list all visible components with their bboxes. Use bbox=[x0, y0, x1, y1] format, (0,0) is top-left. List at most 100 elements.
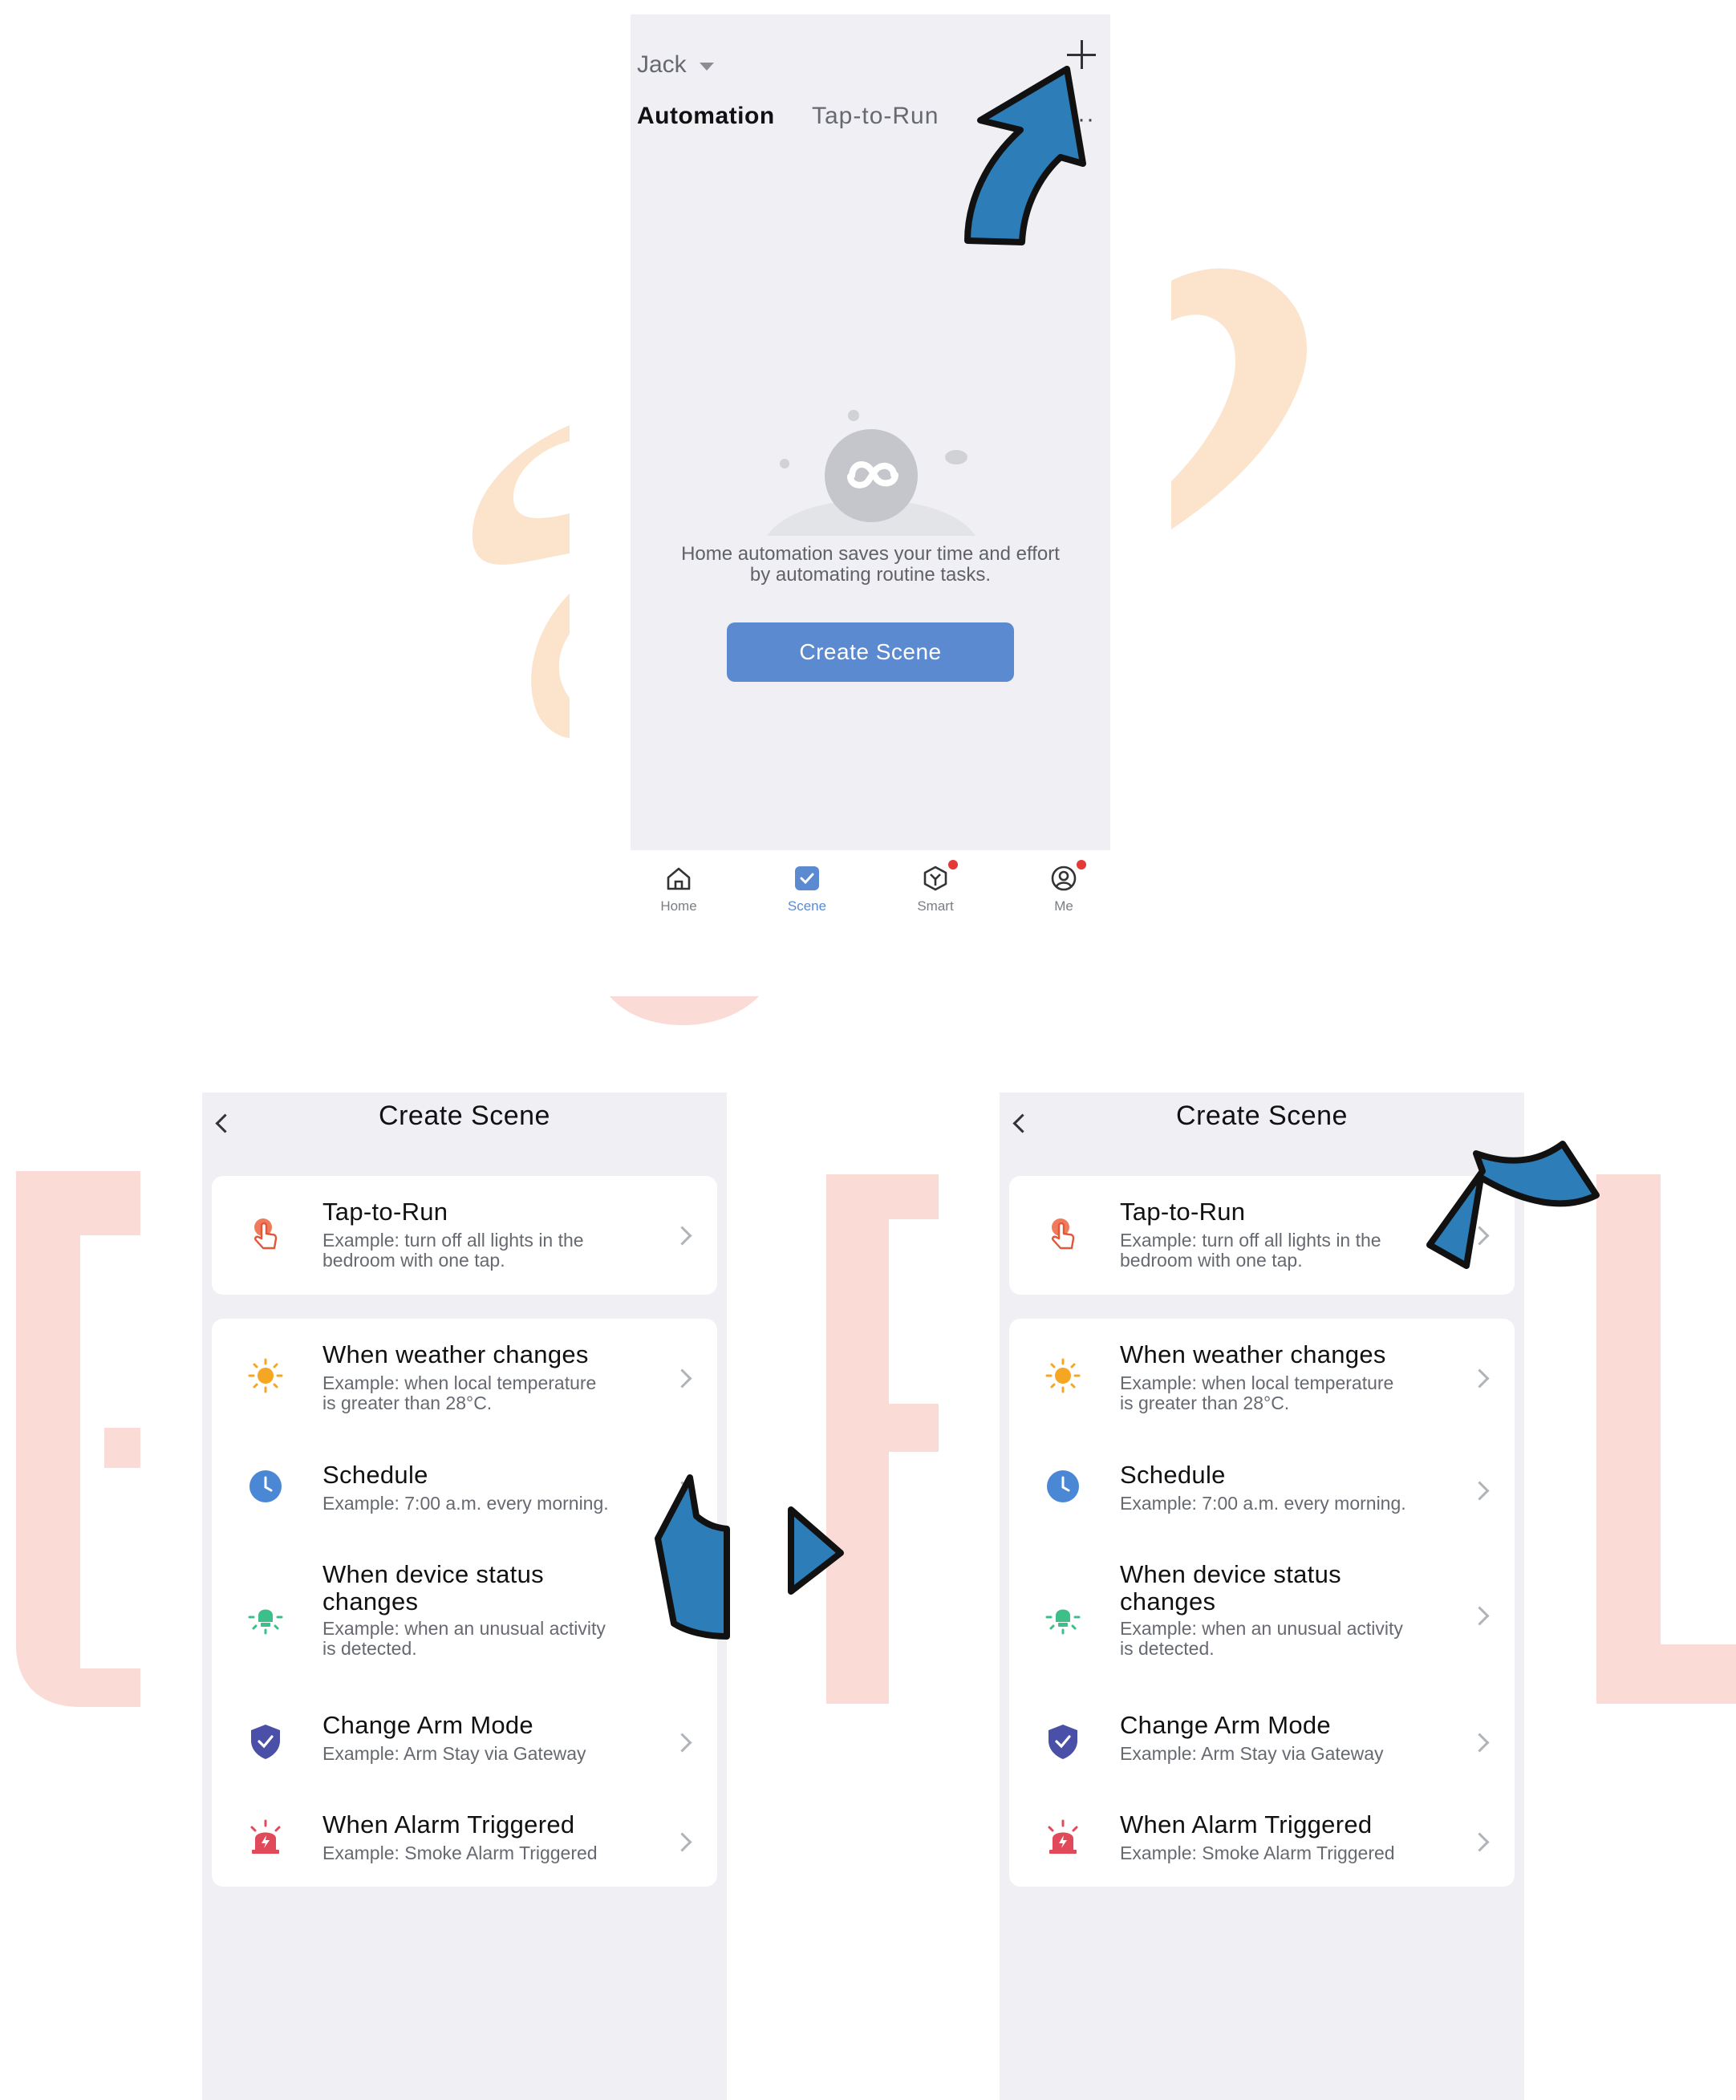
chevron-right-icon bbox=[1470, 1226, 1490, 1246]
bottom-nav-wrapper: Home Scene Smart Me bbox=[631, 0, 1110, 930]
row-subtitle: Example: turn off all lights in the bedr… bbox=[322, 1230, 659, 1271]
row-subtitle-line-2: is greater than 28°C. bbox=[1120, 1393, 1290, 1413]
alarm-icon bbox=[250, 1819, 281, 1854]
nav-me[interactable]: Me bbox=[1016, 850, 1112, 922]
chevron-right-icon bbox=[672, 1226, 692, 1246]
row-subtitle: Example: 7:00 a.m. every morning. bbox=[1120, 1494, 1457, 1514]
conditions-card: When weather changes Example: when local… bbox=[212, 1319, 717, 1887]
row-subtitle-line-2: is greater than 28°C. bbox=[322, 1393, 493, 1413]
page-title: Create Scene bbox=[1176, 1101, 1348, 1131]
create-scene-screen-right: Create Scene Tap-to-Run Example: turn of… bbox=[1000, 1093, 1524, 2100]
bottom-nav: Home Scene Smart Me bbox=[631, 850, 1110, 922]
row-subtitle-line-1: Example: when an unusual activity bbox=[322, 1618, 606, 1639]
alarm-icon bbox=[1048, 1819, 1078, 1854]
row-title-line-2: changes bbox=[1120, 1587, 1216, 1616]
list-item[interactable]: Tap-to-Run Example: turn off all lights … bbox=[212, 1176, 717, 1295]
nav-scene[interactable]: Scene bbox=[759, 850, 855, 922]
page-title: Create Scene bbox=[379, 1101, 550, 1131]
list-item-alarm[interactable]: When Alarm Triggered Example: Smoke Alar… bbox=[1009, 1790, 1515, 1887]
row-subtitle-line-1: Example: turn off all lights in the bbox=[1120, 1230, 1381, 1251]
row-title: When device status changes bbox=[322, 1561, 659, 1616]
row-title: When weather changes bbox=[322, 1340, 589, 1368]
row-subtitle: Example: when an unusual activity is det… bbox=[1120, 1619, 1457, 1659]
smart-icon bbox=[923, 866, 947, 891]
list-item-device-status[interactable]: When device status changes Example: when… bbox=[1009, 1542, 1515, 1691]
list-item-weather[interactable]: When weather changes Example: when local… bbox=[1009, 1319, 1515, 1439]
nav-me-label: Me bbox=[1054, 898, 1073, 914]
row-title: Tap-to-Run bbox=[322, 1198, 448, 1226]
nav-home[interactable]: Home bbox=[631, 850, 727, 922]
list-item-arm-mode[interactable]: Change Arm Mode Example: Arm Stay via Ga… bbox=[212, 1691, 717, 1790]
chevron-right-icon bbox=[1470, 1733, 1490, 1753]
chevron-right-icon bbox=[672, 1733, 692, 1753]
sun-icon bbox=[248, 1358, 283, 1393]
row-title-line-1: When device status bbox=[1120, 1560, 1341, 1588]
row-title: Schedule bbox=[1120, 1461, 1226, 1489]
row-subtitle-line-1: Example: 7:00 a.m. every morning. bbox=[1120, 1493, 1406, 1514]
chevron-right-icon bbox=[1470, 1368, 1490, 1389]
me-badge bbox=[1077, 860, 1086, 870]
row-subtitle: Example: Smoke Alarm Triggered bbox=[1120, 1843, 1457, 1863]
create-scene-screen-left: Create Scene Tap-to-Run Example: turn of… bbox=[202, 1093, 727, 2100]
row-subtitle-line-1: Example: when an unusual activity bbox=[1120, 1618, 1403, 1639]
row-subtitle: Example: Arm Stay via Gateway bbox=[1120, 1744, 1457, 1764]
conditions-card: When weather changes Example: when local… bbox=[1009, 1319, 1515, 1887]
clock-icon bbox=[249, 1470, 282, 1502]
row-title: When device status changes bbox=[1120, 1561, 1457, 1616]
list-item[interactable]: Tap-to-Run Example: turn off all lights … bbox=[1009, 1176, 1515, 1295]
row-subtitle-line-2: bedroom with one tap. bbox=[1120, 1250, 1303, 1271]
row-subtitle-line-1: Example: when local temperature bbox=[322, 1372, 597, 1393]
row-title: When weather changes bbox=[1120, 1340, 1386, 1368]
smart-badge bbox=[948, 860, 958, 870]
tap-icon bbox=[1052, 1218, 1075, 1250]
row-title: When Alarm Triggered bbox=[1120, 1810, 1373, 1839]
nav-smart-label: Smart bbox=[917, 898, 954, 914]
row-title: When Alarm Triggered bbox=[322, 1810, 575, 1839]
row-title: Tap-to-Run bbox=[1120, 1198, 1246, 1226]
row-title: Change Arm Mode bbox=[1120, 1711, 1331, 1739]
row-subtitle: Example: when local temperature is great… bbox=[322, 1373, 659, 1413]
profile-icon bbox=[1051, 866, 1077, 891]
row-title-line-1: When device status bbox=[322, 1560, 544, 1588]
list-item-schedule[interactable]: Schedule Example: 7:00 a.m. every mornin… bbox=[1009, 1439, 1515, 1542]
shield-icon bbox=[251, 1725, 280, 1759]
tap-to-run-card[interactable]: Tap-to-Run Example: turn off all lights … bbox=[212, 1176, 717, 1295]
sun-icon bbox=[1045, 1358, 1081, 1393]
row-subtitle-line-1: Example: Arm Stay via Gateway bbox=[322, 1743, 586, 1764]
bulb-icon bbox=[1045, 1609, 1081, 1635]
row-subtitle-line-2: bedroom with one tap. bbox=[322, 1250, 505, 1271]
row-subtitle: Example: 7:00 a.m. every morning. bbox=[322, 1494, 659, 1514]
scene-icon bbox=[795, 866, 819, 890]
tap-to-run-card[interactable]: Tap-to-Run Example: turn off all lights … bbox=[1009, 1176, 1515, 1295]
chevron-right-icon bbox=[672, 1832, 692, 1852]
bulb-icon bbox=[248, 1609, 283, 1635]
row-subtitle-line-1: Example: Arm Stay via Gateway bbox=[1120, 1743, 1384, 1764]
nav-scene-label: Scene bbox=[787, 898, 827, 914]
nav-home-label: Home bbox=[660, 898, 697, 914]
list-item-arm-mode[interactable]: Change Arm Mode Example: Arm Stay via Ga… bbox=[1009, 1691, 1515, 1790]
list-item-weather[interactable]: When weather changes Example: when local… bbox=[212, 1319, 717, 1439]
chevron-right-icon bbox=[1470, 1832, 1490, 1852]
row-subtitle-line-1: Example: Smoke Alarm Triggered bbox=[322, 1843, 598, 1863]
list-item-alarm[interactable]: When Alarm Triggered Example: Smoke Alar… bbox=[212, 1790, 717, 1887]
row-subtitle: Example: Arm Stay via Gateway bbox=[322, 1744, 659, 1764]
row-subtitle-line-1: Example: Smoke Alarm Triggered bbox=[1120, 1843, 1395, 1863]
chevron-right-icon bbox=[1470, 1481, 1490, 1501]
row-subtitle-line-1: Example: turn off all lights in the bbox=[322, 1230, 584, 1251]
list-item-schedule[interactable]: Schedule Example: 7:00 a.m. every mornin… bbox=[212, 1439, 717, 1542]
row-subtitle: Example: when local temperature is great… bbox=[1120, 1373, 1457, 1413]
row-subtitle: Example: when an unusual activity is det… bbox=[322, 1619, 659, 1659]
chevron-right-icon bbox=[672, 1606, 692, 1626]
list-item-device-status[interactable]: When device status changes Example: when… bbox=[212, 1542, 717, 1691]
nav-smart[interactable]: Smart bbox=[887, 850, 984, 922]
row-subtitle: Example: Smoke Alarm Triggered bbox=[322, 1843, 659, 1863]
row-title-line-2: changes bbox=[322, 1587, 419, 1616]
home-icon bbox=[667, 867, 691, 890]
chevron-right-icon bbox=[672, 1368, 692, 1389]
row-subtitle-line-1: Example: when local temperature bbox=[1120, 1372, 1394, 1393]
row-title: Change Arm Mode bbox=[322, 1711, 533, 1739]
chevron-right-icon bbox=[1470, 1606, 1490, 1626]
row-title: Schedule bbox=[322, 1461, 428, 1489]
row-subtitle-line-2: is detected. bbox=[1120, 1638, 1215, 1659]
row-subtitle-line-2: is detected. bbox=[322, 1638, 417, 1659]
